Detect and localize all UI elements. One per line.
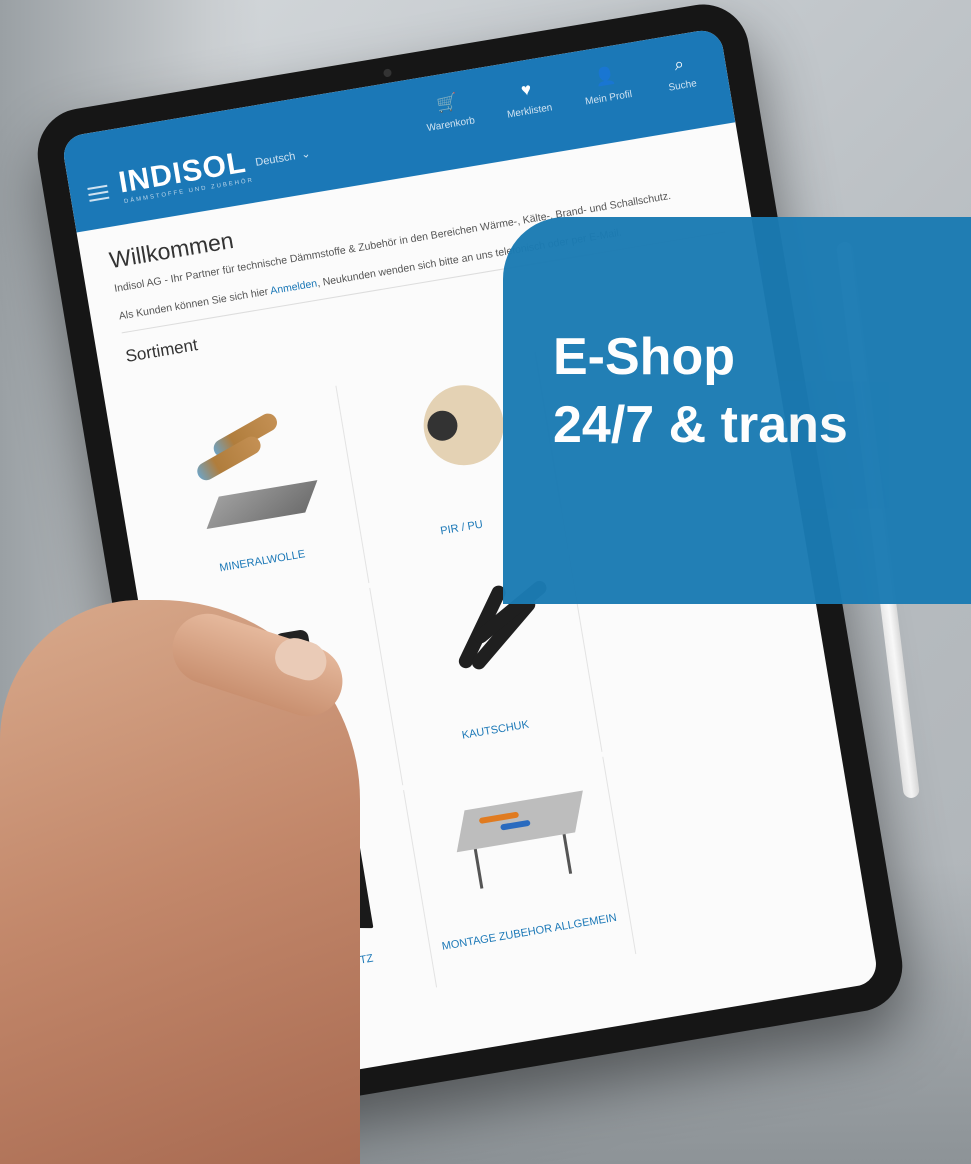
heart-icon: ♥ <box>519 79 533 100</box>
category-label: MINERALWOLLE <box>218 548 307 575</box>
nav-cart[interactable]: 🛒 Warenkorb <box>409 88 488 137</box>
user-icon: 👤 <box>593 65 618 88</box>
category-label: MONTAGE ZUBEHOR ALLGEMEIN <box>440 911 618 953</box>
search-icon: ⌕ <box>672 54 686 75</box>
promo-callout: E-Shop 24/7 & trans <box>503 217 971 604</box>
callout-subtitle: 24/7 & trans <box>553 396 848 454</box>
nav-search-label: Suche <box>667 78 698 94</box>
login-link[interactable]: Anmelden <box>269 278 318 298</box>
chevron-down-icon: ⌄ <box>300 147 312 162</box>
camera-dot <box>382 68 393 78</box>
cart-icon: 🛒 <box>435 91 460 115</box>
category-tile[interactable]: MINERALWOLLE <box>136 385 370 617</box>
montage-zubehor-image <box>446 784 583 912</box>
callout-title: E-Shop <box>553 328 735 386</box>
hamburger-icon[interactable] <box>87 184 110 202</box>
language-select[interactable]: Deutsch ⌄ <box>254 147 312 169</box>
nav-search[interactable]: ⌕ Suche <box>641 49 720 98</box>
nav-profile-label: Mein Profil <box>584 88 633 108</box>
pir-pu-image <box>378 379 515 507</box>
nav-cart-label: Warenkorb <box>426 115 476 135</box>
category-label: KAUTSCHUK <box>460 718 530 742</box>
nav-profile[interactable]: 👤 Mein Profil <box>567 61 646 110</box>
category-tile[interactable]: MONTAGE ZUBEHOR ALLGEMEIN <box>403 756 637 988</box>
mineralwolle-image <box>179 410 318 540</box>
language-label: Deutsch <box>254 150 297 169</box>
nav-wishlist-label: Merklisten <box>506 102 554 121</box>
nav-wishlist[interactable]: ♥ Merklisten <box>488 74 567 123</box>
